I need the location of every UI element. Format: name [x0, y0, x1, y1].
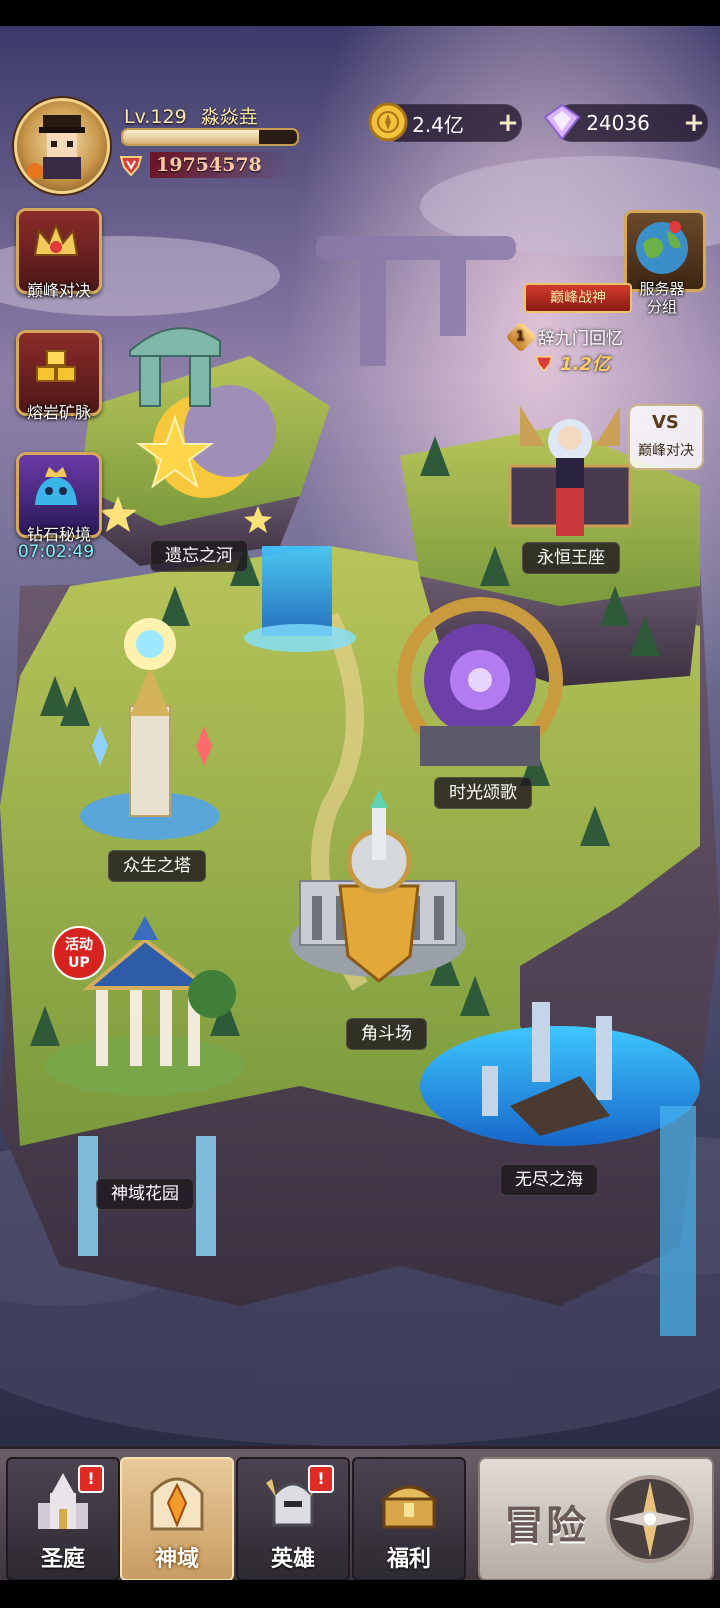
game-screen: Lv.129 淼焱垚 19754578 2.4亿 + 24036 + 巅峰对决 … — [0, 0, 720, 1608]
exp-bar-fill — [123, 130, 259, 144]
champion-power: 1.2亿 — [560, 354, 610, 375]
diamond-realm-button[interactable]: 钻石秘境 — [16, 452, 102, 544]
player-level: Lv.129 — [124, 106, 187, 128]
champion-name: 辞九门回忆 — [538, 329, 623, 349]
alert-badge: ! — [78, 1465, 104, 1493]
champion-power-row: 1.2亿 — [534, 350, 610, 376]
diamond-icon — [543, 103, 581, 141]
tab-label: 神域 — [154, 1547, 199, 1572]
globe-icon — [636, 221, 688, 274]
gold-counter: 2.4亿 + — [368, 102, 522, 142]
tab-holy-court[interactable]: ! 圣庭 — [6, 1457, 120, 1581]
avatar-portrait-icon — [27, 115, 85, 179]
combat-power: 19754578 — [150, 152, 290, 178]
system-nav-bar — [0, 1580, 720, 1608]
tab-heroes[interactable]: ! 英雄 — [236, 1457, 350, 1581]
bottom-nav: ! 圣庭 神域 ! 英雄 福利 冒险 — [0, 1446, 720, 1583]
gold-coin-icon — [368, 102, 408, 142]
location-forgotten-river[interactable]: 遗忘之河 — [150, 540, 248, 572]
champion-name-row[interactable]: 1 辞九门回忆 — [505, 320, 623, 353]
vs-text: VS — [652, 412, 679, 433]
side-button-label: 巅峰对决 — [26, 281, 91, 300]
rank-badge: 1 — [505, 320, 537, 353]
tab-divine-realm[interactable]: 神域 — [120, 1457, 234, 1581]
diamond-counter: 24036 + — [543, 103, 708, 142]
event-badge-line1: 活动 — [65, 937, 93, 953]
power-row: 19754578 — [118, 150, 290, 180]
event-up-badge[interactable]: 活动 UP — [52, 926, 106, 980]
peak-duel-button[interactable]: 巅峰对决 — [16, 208, 102, 300]
location-eternal-throne[interactable]: 永恒王座 — [522, 542, 620, 574]
tab-welfare[interactable]: 福利 — [352, 1457, 466, 1581]
gold-bars-icon — [36, 350, 76, 382]
player-name: 淼焱垚 — [200, 106, 258, 128]
alert-badge: ! — [308, 1465, 334, 1493]
tab-label: 福利 — [386, 1547, 431, 1572]
crown-icon — [33, 222, 79, 256]
lava-mine-button[interactable]: 熔岩矿脉 — [16, 330, 102, 422]
add-diamond-button[interactable]: + — [681, 108, 707, 138]
exp-bar — [121, 128, 299, 146]
power-icon — [535, 356, 553, 372]
location-divine-garden[interactable]: 神域花园 — [96, 1178, 194, 1210]
world-map — [0, 26, 720, 1446]
power-icon — [119, 156, 143, 177]
vs-label: 巅峰对决 — [638, 443, 694, 459]
tab-label: 英雄 — [270, 1547, 315, 1572]
crystal-gate-icon — [150, 1477, 204, 1531]
location-endless-sea[interactable]: 无尽之海 — [500, 1164, 598, 1196]
location-arena[interactable]: 角斗场 — [346, 1018, 427, 1050]
player-level-name: Lv.129 淼焱垚 — [124, 102, 258, 129]
add-gold-button[interactable]: + — [495, 108, 521, 138]
peak-duel-badge[interactable]: VS 巅峰对决 — [628, 404, 704, 470]
adventure-button[interactable]: 冒险 — [478, 1457, 714, 1581]
tab-label: 圣庭 — [40, 1547, 85, 1572]
diamond-realm-timer: 07:02:49 — [17, 542, 95, 562]
compass-icon — [606, 1475, 694, 1563]
adventure-label: 冒险 — [504, 1503, 588, 1549]
champion-rank: 1 — [516, 328, 526, 344]
location-tower-of-beings[interactable]: 众生之塔 — [108, 850, 206, 882]
peak-god-ribbon: 巅峰战神 — [524, 283, 632, 313]
player-avatar[interactable] — [14, 98, 110, 194]
location-time-ode[interactable]: 时光颂歌 — [434, 777, 532, 809]
status-bar — [0, 0, 720, 26]
event-badge-line2: UP — [68, 955, 90, 971]
treasure-chest-icon — [380, 1485, 438, 1529]
side-button-label: 熔岩矿脉 — [26, 403, 91, 422]
slime-king-icon — [35, 467, 77, 505]
